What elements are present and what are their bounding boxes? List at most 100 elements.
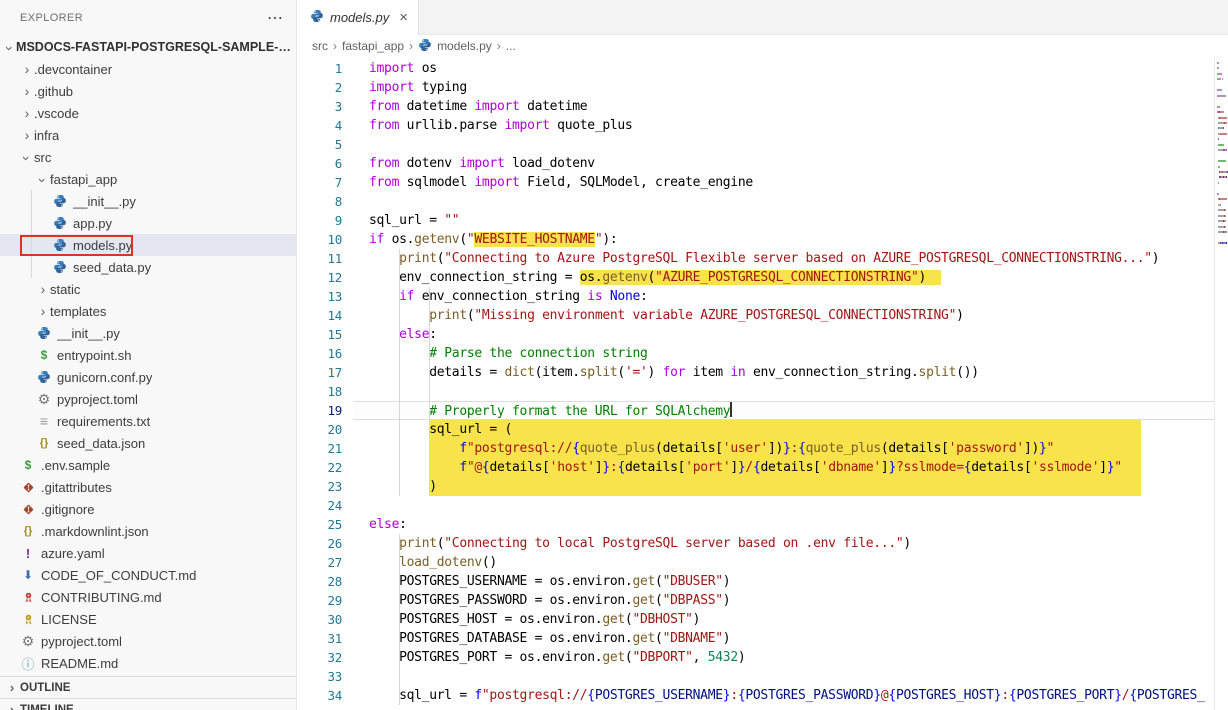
line-number[interactable]: 33 — [298, 667, 342, 686]
code-line-9[interactable]: sql_url = "" — [353, 211, 1215, 230]
breadcrumb-item-symbols[interactable]: ... — [506, 39, 516, 53]
line-number[interactable]: 15 — [298, 325, 342, 344]
line-number[interactable]: 8 — [298, 192, 342, 211]
tree-item-fastapi-app[interactable]: ›fastapi_app — [0, 168, 296, 190]
code-line-31[interactable]: POSTGRES_DATABASE = os.environ.get("DBNA… — [353, 629, 1215, 648]
code-line-15[interactable]: else: — [353, 325, 1215, 344]
code-line-11[interactable]: print("Connecting to Azure PostgreSQL Fl… — [353, 249, 1215, 268]
tree-item-infra[interactable]: ›infra — [0, 124, 296, 146]
explorer-more-actions-icon[interactable]: ⋯ — [267, 8, 284, 28]
code-line-22[interactable]: f"@{details['host']}:{details['port']}/{… — [353, 458, 1215, 477]
tree-item-app-py[interactable]: app.py — [0, 212, 296, 234]
code-line-10[interactable]: if os.getenv("WEBSITE_HOSTNAME"): — [353, 230, 1215, 249]
tree-item-static[interactable]: ›static — [0, 278, 296, 300]
line-number[interactable]: 16 — [298, 344, 342, 363]
tree-item-init-py[interactable]: __init__.py — [0, 322, 296, 344]
line-number[interactable]: 32 — [298, 648, 342, 667]
code-line-5[interactable] — [353, 135, 1215, 154]
code-line-12[interactable]: env_connection_string = os.getenv("AZURE… — [353, 268, 1215, 287]
tree-item-src[interactable]: ›src — [0, 146, 296, 168]
sidebar-section-outline[interactable]: › OUTLINE — [0, 676, 296, 698]
breadcrumb-item-models-py[interactable]: models.py — [437, 39, 492, 53]
code-line-33[interactable] — [353, 667, 1215, 686]
tree-item-license[interactable]: LICENSE — [0, 608, 296, 630]
line-number[interactable]: 21 — [298, 439, 342, 458]
tree-item-env-sample[interactable]: $.env.sample — [0, 454, 296, 476]
line-number[interactable]: 26 — [298, 534, 342, 553]
line-number[interactable]: 19 — [298, 401, 342, 420]
line-number[interactable]: 34 — [298, 686, 342, 705]
code-line-20[interactable]: sql_url = ( — [353, 420, 1215, 439]
code-line-17[interactable]: details = dict(item.split('=') for item … — [353, 363, 1215, 382]
code-line-34[interactable]: sql_url = f"postgresql://{POSTGRES_USERN… — [353, 686, 1215, 705]
line-number[interactable]: 22 — [298, 458, 342, 477]
line-number[interactable]: 18 — [298, 382, 342, 401]
tree-item-seed-data-py[interactable]: seed_data.py — [0, 256, 296, 278]
code-line-14[interactable]: print("Missing environment variable AZUR… — [353, 306, 1215, 325]
code-line-7[interactable]: from sqlmodel import Field, SQLModel, cr… — [353, 173, 1215, 192]
line-number[interactable]: 14 — [298, 306, 342, 325]
tree-item-gitignore[interactable]: .gitignore — [0, 498, 296, 520]
tree-item-github[interactable]: ›.github — [0, 80, 296, 102]
close-icon[interactable]: × — [399, 9, 408, 26]
code-editor[interactable]: 1234567891011121314151617181920212223242… — [298, 57, 1228, 710]
code-line-23[interactable]: ) — [353, 477, 1215, 496]
minimap[interactable] — [1214, 57, 1228, 710]
tree-item-templates[interactable]: ›templates — [0, 300, 296, 322]
tree-item-contributing-md[interactable]: CONTRIBUTING.md — [0, 586, 296, 608]
line-number[interactable]: 17 — [298, 363, 342, 382]
line-number[interactable]: 10 — [298, 230, 342, 249]
code-line-28[interactable]: POSTGRES_USERNAME = os.environ.get("DBUS… — [353, 572, 1215, 591]
tree-item-gitattributes[interactable]: .gitattributes — [0, 476, 296, 498]
code-line-32[interactable]: POSTGRES_PORT = os.environ.get("DBPORT",… — [353, 648, 1215, 667]
code-line-21[interactable]: f"postgresql://{quote_plus(details['user… — [353, 439, 1215, 458]
line-number[interactable]: 28 — [298, 572, 342, 591]
code-line-19[interactable]: # Properly format the URL for SQLAlchemy — [353, 401, 1215, 420]
line-number[interactable]: 23 — [298, 477, 342, 496]
line-number[interactable]: 29 — [298, 591, 342, 610]
tree-item-markdownlint-json[interactable]: {}.markdownlint.json — [0, 520, 296, 542]
line-number[interactable]: 4 — [298, 116, 342, 135]
tree-item-msdocs-fastapi-postgresql-sample-app-git[interactable]: ›MSDOCS-FASTAPI-POSTGRESQL-SAMPLE-APP [G… — [0, 36, 296, 58]
line-number[interactable]: 3 — [298, 97, 342, 116]
line-number[interactable]: 11 — [298, 249, 342, 268]
code-line-26[interactable]: print("Connecting to local PostgreSQL se… — [353, 534, 1215, 553]
line-number[interactable]: 25 — [298, 515, 342, 534]
code-line-13[interactable]: if env_connection_string is None: — [353, 287, 1215, 306]
code-line-29[interactable]: POSTGRES_PASSWORD = os.environ.get("DBPA… — [353, 591, 1215, 610]
sidebar-section-timeline[interactable]: › TIMELINE — [0, 698, 296, 710]
code-line-24[interactable] — [353, 496, 1215, 515]
tree-item-vscode[interactable]: ›.vscode — [0, 102, 296, 124]
tree-item-gunicorn-conf-py[interactable]: gunicorn.conf.py — [0, 366, 296, 388]
tree-item-pyproject-toml[interactable]: ⚙pyproject.toml — [0, 388, 296, 410]
tree-item-models-py[interactable]: models.py — [0, 234, 296, 256]
code-line-16[interactable]: # Parse the connection string — [353, 344, 1215, 363]
code-line-25[interactable]: else: — [353, 515, 1215, 534]
line-number[interactable]: 1 — [298, 59, 342, 78]
line-number[interactable]: 5 — [298, 135, 342, 154]
code-line-3[interactable]: from datetime import datetime — [353, 97, 1215, 116]
code-line-18[interactable] — [353, 382, 1215, 401]
code-line-1[interactable]: import os — [353, 59, 1215, 78]
line-number[interactable]: 12 — [298, 268, 342, 287]
line-number[interactable]: 30 — [298, 610, 342, 629]
line-number[interactable]: 2 — [298, 78, 342, 97]
tree-item-code-of-conduct-md[interactable]: ⬇CODE_OF_CONDUCT.md — [0, 564, 296, 586]
tab-models-py[interactable]: models.py × — [298, 0, 419, 35]
tree-item-azure-yaml[interactable]: !azure.yaml — [0, 542, 296, 564]
breadcrumb-item-fastapi-app[interactable]: fastapi_app — [342, 39, 404, 53]
code-line-30[interactable]: POSTGRES_HOST = os.environ.get("DBHOST") — [353, 610, 1215, 629]
tree-item-requirements-txt[interactable]: ≡requirements.txt — [0, 410, 296, 432]
line-number[interactable]: 13 — [298, 287, 342, 306]
tree-item-seed-data-json[interactable]: {}seed_data.json — [0, 432, 296, 454]
code-line-8[interactable] — [353, 192, 1215, 211]
tree-item-readme-md[interactable]: ⓘREADME.md — [0, 652, 296, 674]
tree-item-entrypoint-sh[interactable]: $entrypoint.sh — [0, 344, 296, 366]
tree-item-init-py[interactable]: __init__.py — [0, 190, 296, 212]
code-line-4[interactable]: from urllib.parse import quote_plus — [353, 116, 1215, 135]
line-number[interactable]: 24 — [298, 496, 342, 515]
tree-item-pyproject-toml[interactable]: ⚙pyproject.toml — [0, 630, 296, 652]
code-line-2[interactable]: import typing — [353, 78, 1215, 97]
line-number[interactable]: 9 — [298, 211, 342, 230]
line-number[interactable]: 7 — [298, 173, 342, 192]
